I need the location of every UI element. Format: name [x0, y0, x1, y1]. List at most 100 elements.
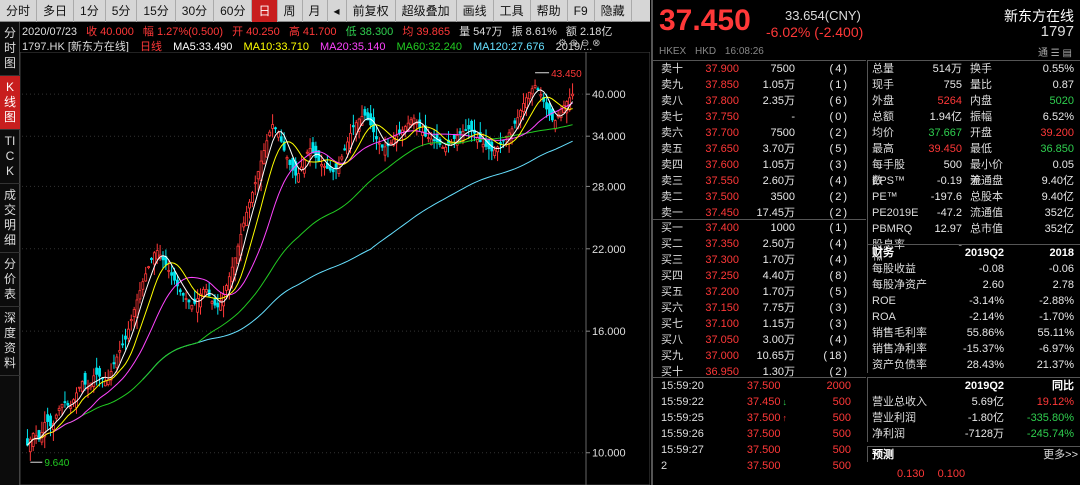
menu-icon[interactable]: ☰ — [1051, 48, 1060, 59]
close-icon[interactable]: ⊗ — [592, 38, 600, 49]
kline-chart[interactable]: 40.000 34.000 28.000 22.000 16.000 10.000 43.4… — [20, 52, 650, 485]
toolbar-item[interactable]: 5分 — [106, 0, 138, 22]
bid-row[interactable]: 买八 37.050 3.00万4 — [653, 332, 866, 348]
ask-row[interactable]: 卖三 37.550 2.60万4 — [653, 173, 866, 189]
stat-row: PE™ -197.6 总股本 9.40亿 — [868, 189, 1080, 205]
stat-value: 0.55% — [1042, 63, 1074, 75]
toolbar-item[interactable]: 超级叠加 — [396, 0, 457, 22]
trade-price: 37.500↑ — [711, 410, 787, 426]
level-volume: 3.00万 — [762, 334, 795, 346]
view-tab[interactable]: K线图 — [0, 76, 20, 130]
growth-row: 净利润 -7128万 -245.74% — [868, 426, 1080, 442]
level-volume: 1.70万 — [762, 254, 795, 266]
candle-body — [311, 142, 315, 154]
toolbar-item[interactable]: F9 — [568, 0, 595, 22]
growth-row: 营业总收入 5.69亿 19.12% — [868, 394, 1080, 410]
list-icon[interactable]: ▤ — [1063, 48, 1072, 59]
ask-row[interactable]: 卖十 37.900 75004 — [653, 61, 866, 77]
view-tab[interactable]: TICK — [0, 130, 20, 184]
level-volume: 1.70万 — [762, 286, 795, 298]
bid-row[interactable]: 买六 37.150 7.75万3 — [653, 300, 866, 316]
ask-row[interactable]: 卖九 37.850 1.05万1 — [653, 77, 866, 93]
level-orders: 5 — [795, 141, 853, 157]
ask-row[interactable]: 卖六 37.700 75002 — [653, 125, 866, 141]
candle-body — [251, 192, 254, 203]
toolbar-item[interactable]: 日 — [252, 0, 278, 22]
level-price: 37.200 — [705, 286, 739, 298]
bid-row[interactable]: 买九 37.000 10.65万18 — [653, 348, 866, 364]
candle-body — [426, 137, 430, 139]
toolbar-item[interactable]: 60分 — [214, 0, 253, 22]
zoom-out-icon[interactable]: ⊖ — [581, 38, 589, 49]
candle-body — [363, 109, 367, 116]
toolbar-item[interactable]: 工具 — [494, 0, 531, 22]
candle-body — [522, 103, 525, 112]
view-tab[interactable]: 成交明细 — [0, 184, 20, 253]
stat-value: 0.05 — [1052, 159, 1074, 171]
bid-row[interactable]: 买五 37.200 1.70万5 — [653, 284, 866, 300]
toolbar-item[interactable]: 30分 — [176, 0, 215, 22]
chart-control-icons[interactable]: ⚙ ⊕ ⊖ ⊗ — [558, 38, 600, 49]
candle-body — [530, 88, 534, 95]
view-tab[interactable]: 分时图 — [0, 22, 20, 76]
toolbar-item[interactable]: 15分 — [137, 0, 176, 22]
toolbar-item[interactable]: 分时 — [0, 0, 38, 22]
candle-body — [124, 335, 127, 340]
level-label: 卖十 — [661, 63, 683, 75]
financial-row: ROA -2.14% -1.70% — [868, 309, 1080, 325]
toolbar-item[interactable]: 1分 — [74, 0, 106, 22]
candle-body — [196, 298, 200, 313]
level-orders: 3 — [795, 157, 853, 173]
connect-icon[interactable]: 通 — [1038, 48, 1048, 59]
trade-row: 15:59:22 37.450 ↓ 500 — [653, 394, 866, 410]
candle-body — [178, 289, 182, 293]
candle-body — [46, 414, 50, 422]
toolbar-item[interactable]: 月 — [303, 0, 328, 22]
level-volume: 1.05万 — [762, 79, 795, 91]
bid-row[interactable]: 买三 37.300 1.70万4 — [653, 252, 866, 268]
growth-head-col1: 2019Q2 — [964, 380, 1004, 392]
panel-icons[interactable]: 通 ☰ ▤ — [1038, 44, 1072, 59]
ask-row[interactable]: 卖八 37.800 2.35万6 — [653, 93, 866, 109]
row-value: 21.37% — [1036, 359, 1074, 371]
candle-body — [432, 139, 436, 142]
trade-row: 15:59:25 37.500 ↑ 500 — [653, 410, 866, 426]
bid-row[interactable]: 买一 37.400 10001 — [653, 220, 866, 236]
candle-body — [190, 304, 194, 310]
toolbar-item[interactable]: 多日 — [37, 0, 75, 22]
view-tab[interactable]: 深度资料 — [0, 307, 20, 376]
stat-row: PBMRQ 12.97 总市值 352亿 — [868, 221, 1080, 237]
min-price-label: 9.640 — [44, 458, 69, 469]
level-label: 卖五 — [661, 143, 683, 155]
toolbar-item[interactable]: 隐藏 — [595, 0, 632, 22]
toolbar-item[interactable]: 周 — [278, 0, 303, 22]
level-label: 卖九 — [661, 79, 683, 91]
ask-row[interactable]: 卖七 37.750 -0 — [653, 109, 866, 125]
ask-row[interactable]: 卖五 37.650 3.70万5 — [653, 141, 866, 157]
bid-row[interactable]: 买二 37.350 2.50万4 — [653, 236, 866, 252]
toolbar-item[interactable]: ◂ — [328, 0, 347, 22]
level-orders: 4 — [795, 236, 853, 252]
level-orders: 4 — [795, 173, 853, 189]
zoom-in-icon[interactable]: ⊕ — [570, 38, 578, 49]
view-tab[interactable]: 分价表 — [0, 253, 20, 307]
more-link[interactable]: 更多>> — [1043, 447, 1078, 462]
row-label: 资产负债率 — [872, 359, 927, 371]
toolbar-item[interactable]: 帮助 — [531, 0, 568, 22]
level-label: 买七 — [661, 318, 683, 330]
bid-row[interactable]: 买四 37.250 4.40万8 — [653, 268, 866, 284]
ask-row[interactable]: 卖四 37.600 1.05万3 — [653, 157, 866, 173]
level-orders: 1 — [795, 220, 853, 236]
settings-icon[interactable]: ⚙ — [558, 38, 567, 49]
fin-head-col2: 2018 — [1049, 247, 1074, 259]
level-price: 37.600 — [705, 159, 739, 171]
trade-time: 15:59:27 — [661, 444, 704, 456]
financial-row: 销售净利率 -15.37% -6.97% — [868, 341, 1080, 357]
stat-value: 5264 — [937, 95, 962, 107]
toolbar-item[interactable]: 画线 — [457, 0, 494, 22]
toolbar-item[interactable]: 前复权 — [347, 0, 396, 22]
bid-row[interactable]: 买七 37.100 1.15万3 — [653, 316, 866, 332]
ask-row[interactable]: 卖二 37.500 35002 — [653, 189, 866, 205]
row-value: 28.43% — [966, 359, 1004, 371]
stat-row: 均价 37.667 开盘 39.200 — [868, 125, 1080, 141]
